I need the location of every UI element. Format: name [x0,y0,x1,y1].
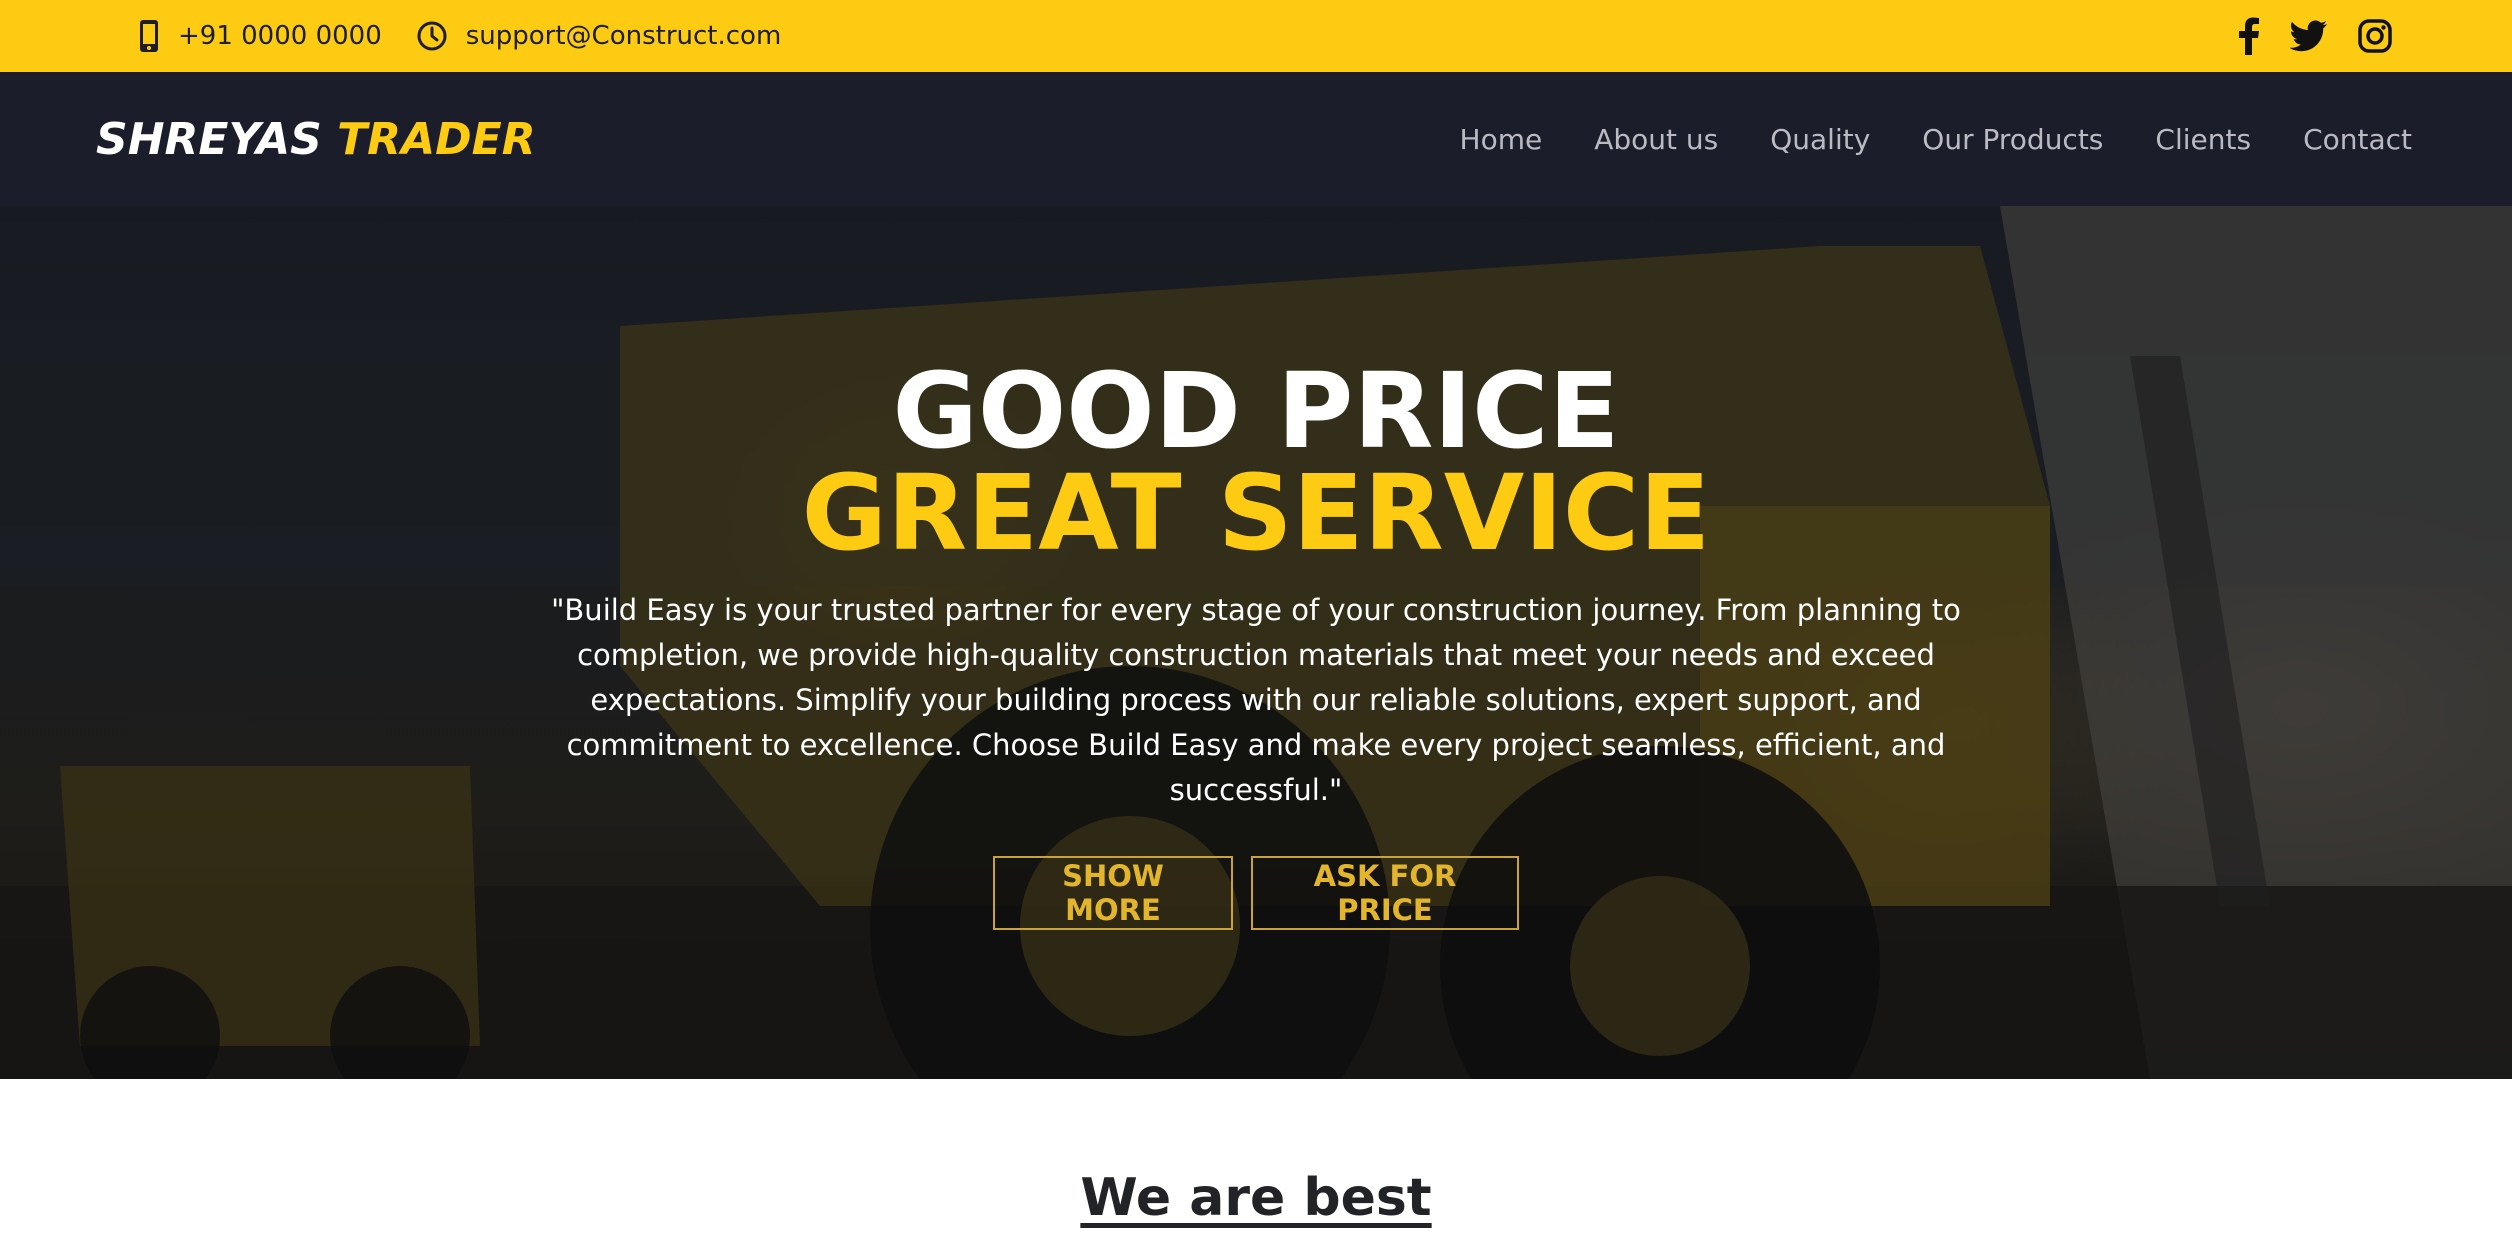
clock-icon [416,20,448,52]
phone-number: +91 0000 0000 [178,21,382,51]
facebook-icon[interactable] [2238,17,2260,55]
contact-info: +91 0000 0000 support@Construct.com [138,19,781,53]
hero-content: GOOD PRICE GREAT SERVICE "Build Easy is … [0,206,2512,1079]
section-heading-we-are-best: We are best [1080,1168,1432,1228]
mobile-phone-icon [138,19,160,53]
phone-contact[interactable]: +91 0000 0000 [138,19,382,53]
hero-title-line-2: GREAT SERVICE [801,452,1711,574]
nav-link-home[interactable]: Home [1460,123,1543,156]
ask-for-price-button[interactable]: ASK FOR PRICE [1251,856,1519,930]
site-logo[interactable]: SHREYAS TRADER [96,114,536,165]
nav-link-contact[interactable]: Contact [2303,123,2412,156]
email-address: support@Construct.com [465,21,782,51]
email-contact[interactable]: support@Construct.com [416,20,782,52]
show-more-button[interactable]: SHOW MORE [993,856,1233,930]
nav-link-about-us[interactable]: About us [1594,123,1718,156]
hero-section: GOOD PRICE GREAT SERVICE "Build Easy is … [0,206,2512,1079]
nav-link-quality[interactable]: Quality [1770,123,1870,156]
hero-description: "Build Easy is your trusted partner for … [551,593,1961,807]
social-links [2238,17,2392,55]
instagram-icon[interactable] [2358,19,2392,53]
nav-link-clients[interactable]: Clients [2155,123,2251,156]
top-contact-bar: +91 0000 0000 support@Construct.com [0,0,2512,72]
logo-text-primary: SHREYAS [96,113,322,165]
nav-link-our-products[interactable]: Our Products [1922,123,2103,156]
main-navbar: SHREYAS TRADER Home About us Quality Our… [0,72,2512,206]
hero-buttons: SHOW MORE ASK FOR PRICE [0,856,2512,930]
nav-menu: Home About us Quality Our Products Clien… [1460,123,2412,156]
logo-text-accent: TRADER [337,113,536,165]
twitter-icon[interactable] [2290,20,2328,52]
hero-title-line-1: GOOD PRICE [892,350,1620,472]
